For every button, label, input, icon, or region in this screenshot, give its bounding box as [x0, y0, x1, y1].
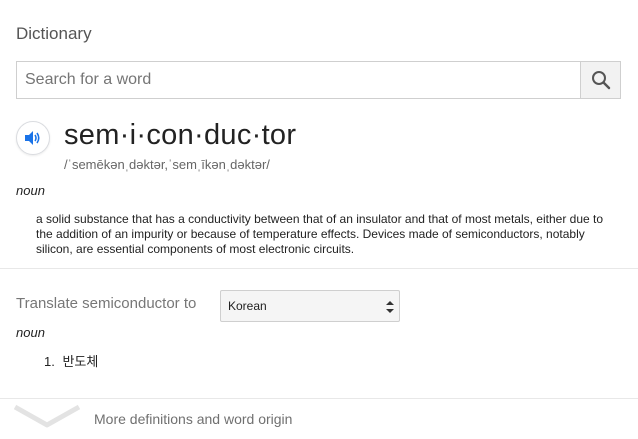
- divider: [0, 268, 638, 269]
- more-definitions-link[interactable]: More definitions and word origin: [94, 411, 292, 427]
- translation-item: 1. 반도체: [44, 351, 98, 370]
- search-box: [16, 61, 621, 99]
- search-button[interactable]: [580, 62, 620, 98]
- select-arrows-icon: [386, 301, 394, 313]
- pronunciation-button[interactable]: [16, 121, 50, 155]
- panel-title: Dictionary: [16, 24, 92, 43]
- definition-text: a solid substance that has a conductivit…: [36, 212, 604, 256]
- translation-part-of-speech: noun: [16, 325, 45, 340]
- dictionary-card: Dictionary sem·i·con·duc·tor /ˈsemēkənˌd…: [0, 0, 638, 439]
- divider: [0, 398, 638, 399]
- search-icon: [591, 71, 610, 90]
- language-select-value: Korean: [228, 299, 267, 313]
- speaker-icon: [25, 131, 40, 145]
- language-select[interactable]: Korean: [220, 290, 400, 322]
- chevron-down-icon[interactable]: [14, 404, 80, 430]
- translation-item-number: 1.: [44, 354, 55, 369]
- phonetic-transcription: /ˈsemēkənˌdəktər,ˈsemˌīkənˌdəktər/: [64, 157, 270, 172]
- part-of-speech: noun: [16, 183, 45, 198]
- search-input[interactable]: [17, 62, 582, 98]
- headword: sem·i·con·duc·tor: [64, 119, 297, 151]
- translation-item-text: 반도체: [62, 354, 99, 369]
- translate-label: Translate semiconductor to: [16, 295, 197, 312]
